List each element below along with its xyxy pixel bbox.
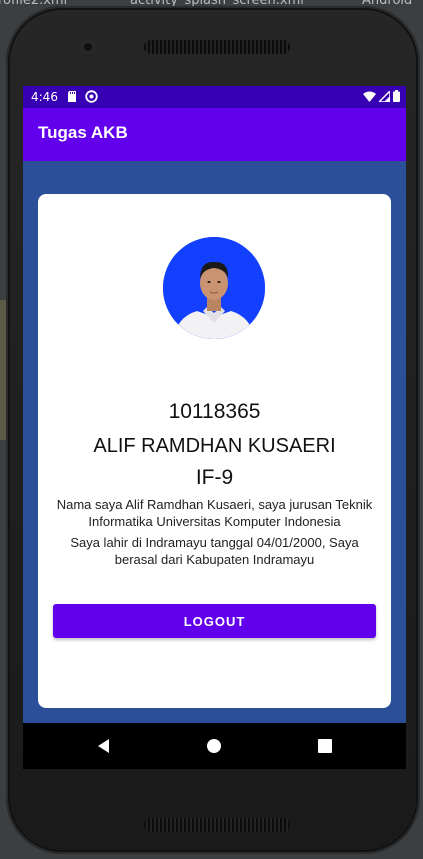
description-origin: Saya lahir di Indramayu tanggal 04/01/20… bbox=[70, 535, 359, 567]
app-bar: Tugas AKB bbox=[23, 108, 406, 161]
battery-icon bbox=[393, 90, 400, 105]
signal-icon bbox=[377, 88, 391, 105]
person-photo-icon bbox=[163, 237, 265, 339]
profile-avatar bbox=[163, 237, 265, 339]
sd-card-icon bbox=[67, 91, 77, 105]
device-screen: 4:46 Tugas AKB 10118365 ALIF RAMDHAN KUS… bbox=[23, 86, 406, 769]
status-time: 4:46 bbox=[31, 90, 58, 104]
bottom-speaker bbox=[144, 818, 290, 832]
status-bar: 4:46 bbox=[23, 86, 406, 108]
app-title: Tugas AKB bbox=[38, 123, 128, 142]
student-id: 10118365 bbox=[168, 400, 261, 423]
front-camera bbox=[84, 43, 92, 51]
home-icon[interactable] bbox=[205, 737, 223, 755]
earpiece-speaker bbox=[144, 40, 290, 54]
student-class: IF-9 bbox=[195, 466, 234, 489]
student-name: ALIF RAMDHAN KUSAERI bbox=[93, 435, 336, 457]
logout-button[interactable]: LOGOUT bbox=[53, 604, 376, 638]
recents-icon[interactable] bbox=[316, 737, 334, 755]
sync-icon bbox=[85, 90, 98, 106]
back-icon[interactable] bbox=[94, 737, 112, 755]
wifi-icon bbox=[363, 91, 376, 105]
navigation-bar bbox=[23, 723, 406, 769]
description-education: Nama saya Alif Ramdhan Kusaeri, saya jur… bbox=[56, 497, 373, 529]
profile-card: 10118365 ALIF RAMDHAN KUSAERI IF-9 Nama … bbox=[38, 194, 391, 708]
